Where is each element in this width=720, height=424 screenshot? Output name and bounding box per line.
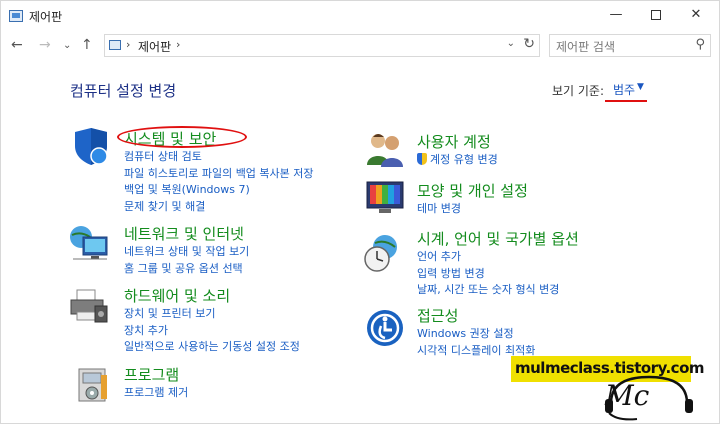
forward-button[interactable]: → (39, 37, 51, 53)
link-homegroup-sharing[interactable]: 홈 그룹 및 공유 옵션 선택 (124, 261, 249, 278)
uac-shield-icon (417, 153, 427, 165)
appearance-icon (366, 181, 404, 213)
link-review-computer-status[interactable]: 컴퓨터 상태 검토 (124, 149, 314, 166)
search-placeholder: 제어판 검색 (556, 40, 616, 54)
view-by-dropdown[interactable]: 범주 (613, 81, 635, 98)
link-add-device[interactable]: 장치 추가 (124, 323, 300, 340)
category-title-clock-language-region[interactable]: 시계, 언어 및 국가별 옵션 (417, 228, 579, 249)
link-uninstall-program[interactable]: 프로그램 제거 (124, 385, 188, 402)
category-title-appearance[interactable]: 모양 및 개인 설정 (417, 180, 528, 201)
link-windows-suggested-settings[interactable]: Windows 권장 설정 (417, 326, 535, 343)
shield-icon (75, 128, 108, 165)
category-hardware-sound: 하드웨어 및 소리 장치 및 프린터 보기 장치 추가 일반적으로 사용하는 기… (124, 285, 300, 356)
chevron-down-icon[interactable]: ▼ (637, 82, 644, 92)
users-icon (367, 134, 403, 167)
link-devices-printers[interactable]: 장치 및 프린터 보기 (124, 306, 300, 323)
category-appearance: 모양 및 개인 설정 테마 변경 (417, 180, 528, 218)
category-title-hardware-sound[interactable]: 하드웨어 및 소리 (124, 285, 300, 306)
maximize-button[interactable] (636, 1, 676, 31)
breadcrumb-separator[interactable]: › (176, 38, 180, 51)
page-title: 컴퓨터 설정 변경 (70, 82, 177, 100)
title-bar: 제어판 — ✕ (1, 1, 719, 31)
link-network-status[interactable]: 네트워크 상태 및 작업 보기 (124, 244, 249, 261)
window-title: 제어판 (29, 10, 63, 24)
link-add-language[interactable]: 언어 추가 (417, 249, 579, 266)
breadcrumb-control-panel[interactable]: 제어판 (138, 38, 171, 55)
category-title-ease-of-access[interactable]: 접근성 (417, 305, 535, 326)
annotation-circle (117, 126, 247, 148)
category-programs: 프로그램 프로그램 제거 (124, 364, 188, 402)
close-button[interactable]: ✕ (676, 1, 716, 31)
recent-locations-button[interactable]: ⌄ (63, 40, 71, 51)
view-by-label: 보기 기준: (552, 84, 605, 98)
category-ease-of-access: 접근성 Windows 권장 설정 시각적 디스플레이 최적화 (417, 305, 535, 359)
control-panel-window: 제어판 — ✕ ← → ⌄ ↑ › 제어판 › ⌄ ↻ 제어판 검색 ⚲ 컴퓨터… (0, 0, 720, 424)
maximize-icon (651, 9, 661, 20)
printer-icon (70, 289, 108, 323)
category-user-accounts: 사용자 계정 계정 유형 변경 (417, 131, 498, 169)
control-panel-icon (109, 40, 121, 50)
annotation-underline (605, 100, 647, 102)
category-title-user-accounts[interactable]: 사용자 계정 (417, 131, 498, 152)
category-title-programs[interactable]: 프로그램 (124, 364, 188, 385)
link-mobility-settings[interactable]: 일반적으로 사용하는 기동성 설정 조정 (124, 339, 300, 356)
breadcrumb-separator[interactable]: › (126, 38, 130, 51)
search-input[interactable]: 제어판 검색 ⚲ (549, 34, 711, 57)
link-file-history-backup[interactable]: 파일 히스토리로 파일의 백업 복사본 저장 (124, 166, 314, 183)
navigation-bar: ← → ⌄ ↑ › 제어판 › ⌄ ↻ 제어판 검색 ⚲ (1, 31, 719, 61)
address-bar[interactable]: › 제어판 › ⌄ ↻ (104, 34, 540, 57)
link-change-theme[interactable]: 테마 변경 (417, 201, 528, 218)
link-backup-restore[interactable]: 백업 및 복원(Windows 7) (124, 182, 314, 199)
control-panel-icon (9, 10, 23, 22)
up-button[interactable]: ↑ (81, 37, 93, 53)
accessibility-icon (367, 310, 403, 346)
clock-globe-icon (364, 235, 397, 272)
network-icon (70, 226, 108, 260)
address-dropdown-button[interactable]: ⌄ (507, 38, 515, 49)
link-find-fix-problems[interactable]: 문제 찾기 및 해결 (124, 199, 314, 216)
category-title-network-internet[interactable]: 네트워크 및 인터넷 (124, 223, 249, 244)
link-change-input-method[interactable]: 입력 방법 변경 (417, 266, 579, 283)
link-change-date-time-format[interactable]: 날짜, 시간 또는 숫자 형식 변경 (417, 282, 579, 299)
headset-logo-icon (605, 375, 693, 421)
minimize-button[interactable]: — (596, 1, 636, 31)
back-button[interactable]: ← (11, 37, 23, 53)
link-change-account-type[interactable]: 계정 유형 변경 (417, 152, 498, 169)
programs-icon (78, 368, 107, 402)
category-network-internet: 네트워크 및 인터넷 네트워크 상태 및 작업 보기 홈 그룹 및 공유 옵션 … (124, 223, 249, 277)
link-change-account-type-label: 계정 유형 변경 (430, 153, 498, 166)
refresh-button[interactable]: ↻ (523, 36, 535, 52)
search-icon[interactable]: ⚲ (695, 37, 705, 52)
category-clock-language-region: 시계, 언어 및 국가별 옵션 언어 추가 입력 방법 변경 날짜, 시간 또는… (417, 228, 579, 299)
